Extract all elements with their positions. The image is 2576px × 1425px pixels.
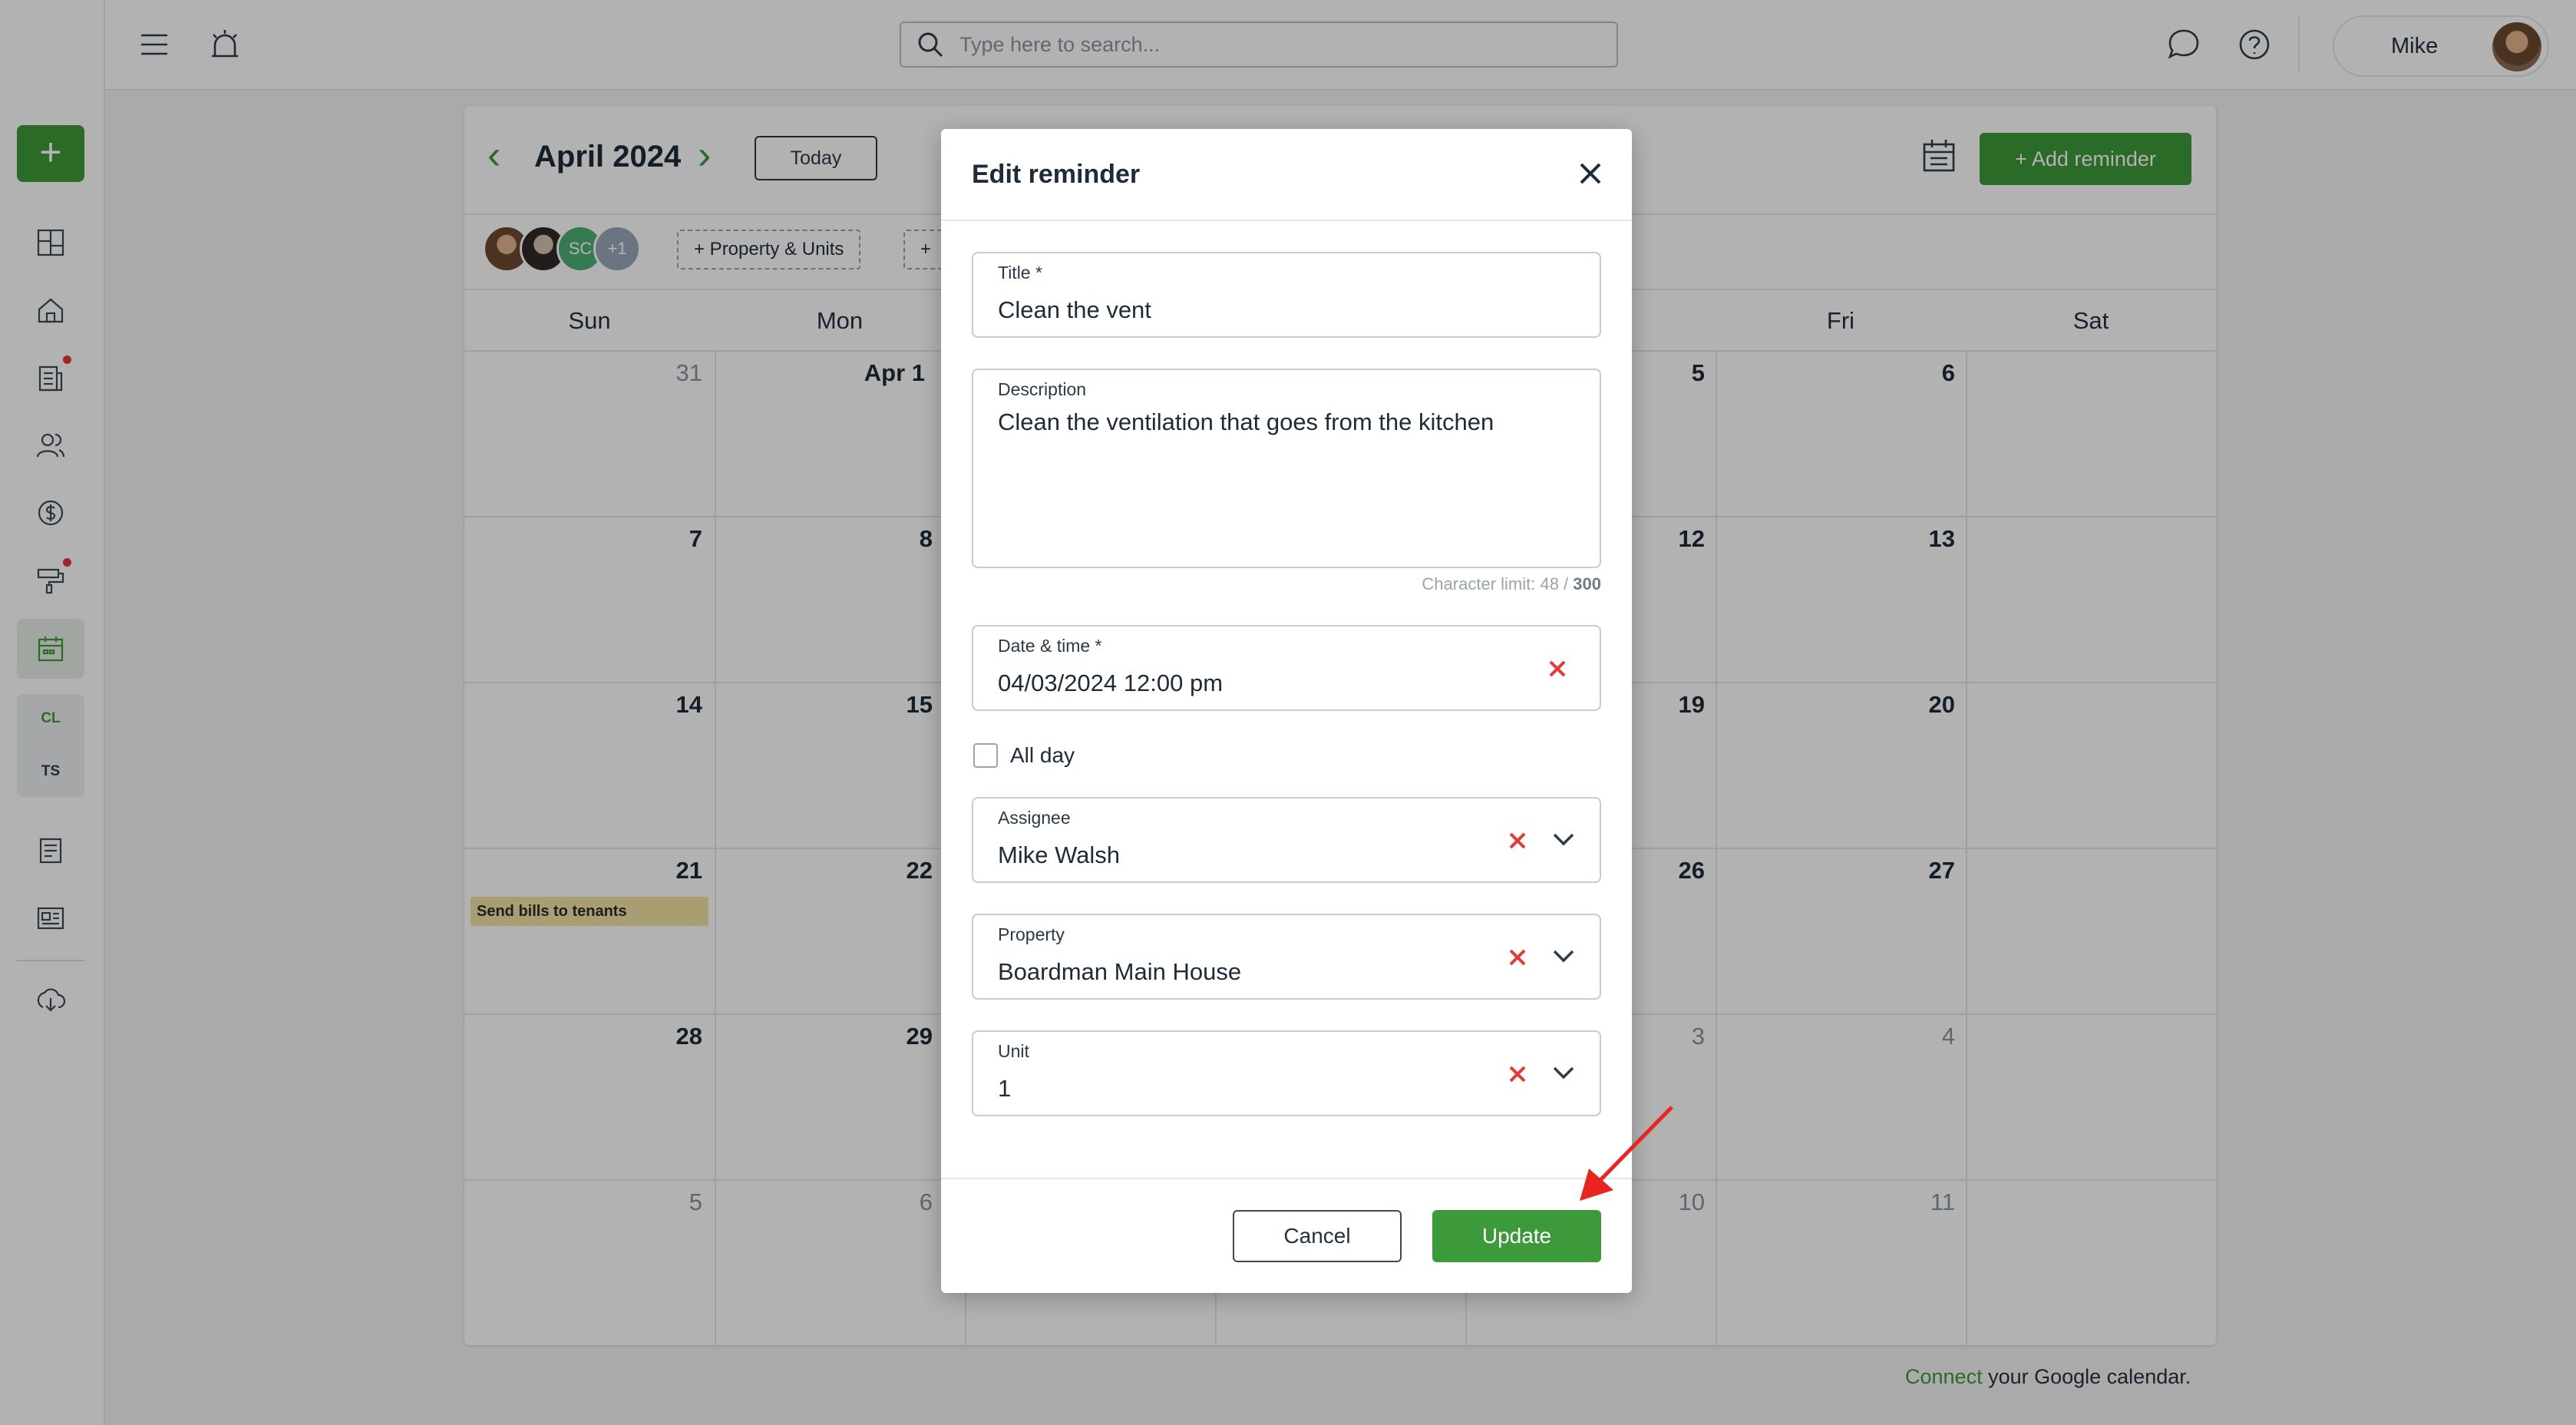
dialog-title: Edit reminder (972, 160, 1141, 189)
cancel-button[interactable]: Cancel (1233, 1210, 1402, 1262)
property-select[interactable]: Property Boardman Main House (972, 914, 1601, 1000)
clear-icon[interactable] (1506, 829, 1529, 852)
field-label: Unit (998, 1041, 1029, 1061)
all-day-checkbox[interactable] (973, 743, 998, 768)
annotation-arrow-icon (1580, 1106, 1673, 1201)
chevron-down-icon[interactable] (1551, 943, 1577, 969)
datetime-field[interactable]: Date & time * 04/03/2024 12:00 pm (972, 625, 1601, 711)
char-limit-prefix: Character limit: 48 / (1422, 574, 1569, 593)
field-value: Mike Walsh (998, 841, 1121, 868)
clear-icon[interactable] (1506, 1063, 1529, 1086)
char-limit-max: 300 (1573, 574, 1601, 593)
update-button[interactable]: Update (1432, 1210, 1601, 1262)
unit-select[interactable]: Unit 1 (972, 1030, 1601, 1116)
chevron-down-icon[interactable] (1551, 1060, 1577, 1086)
close-icon[interactable] (1575, 158, 1606, 189)
character-limit: Character limit: 48 / 300 (1422, 574, 1601, 594)
all-day-label: All day (1010, 743, 1075, 767)
dialog-header: Edit reminder (941, 129, 1632, 221)
assignee-select[interactable]: Assignee Mike Walsh (972, 797, 1601, 883)
field-value: Clean the ventilation that goes from the… (998, 408, 1494, 435)
field-value: 1 (998, 1075, 1012, 1102)
field-label: Description (998, 379, 1087, 399)
field-label: Property (998, 924, 1065, 944)
field-value: 04/03/2024 12:00 pm (998, 670, 1224, 696)
clear-icon[interactable] (1506, 946, 1529, 969)
chevron-down-icon[interactable] (1551, 826, 1577, 852)
dialog-footer-divider (941, 1178, 1632, 1179)
edit-reminder-dialog: Edit reminder Title * Clean the vent Des… (941, 129, 1632, 1293)
clear-icon[interactable] (1546, 657, 1569, 680)
field-value: Clean the vent (998, 296, 1151, 323)
field-label: Date & time * (998, 636, 1102, 656)
title-field[interactable]: Title * Clean the vent (972, 252, 1601, 338)
field-value: Boardman Main House (998, 958, 1242, 985)
field-label: Title * (998, 263, 1042, 283)
description-field[interactable]: Description Clean the ventilation that g… (972, 369, 1601, 568)
field-label: Assignee (998, 808, 1071, 828)
